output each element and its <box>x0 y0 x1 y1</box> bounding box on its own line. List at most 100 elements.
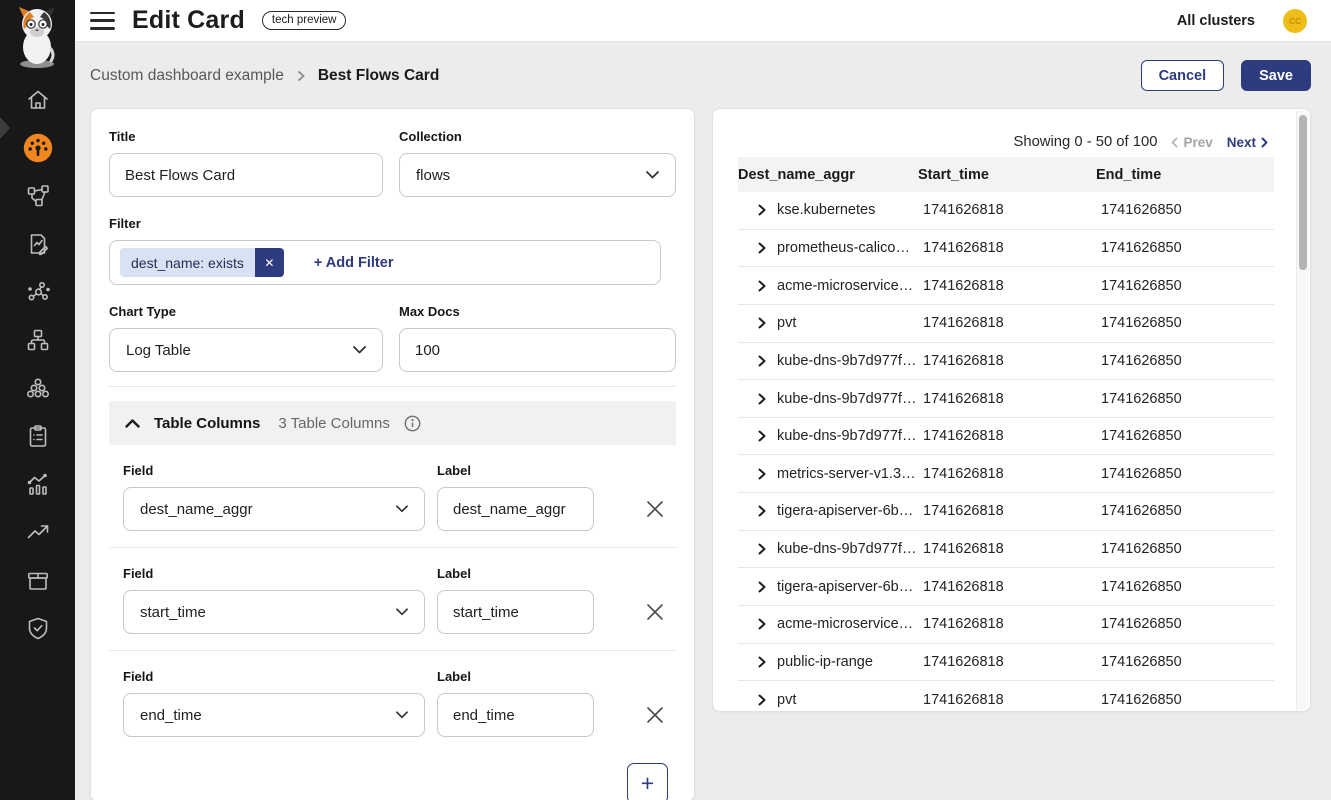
end-time-cell: 1741626850 <box>1096 315 1274 331</box>
chart-type-label: Chart Type <box>109 304 383 319</box>
table-row[interactable]: prometheus-calico… 1741626818 1741626850 <box>738 230 1274 268</box>
title-label: Title <box>109 129 383 144</box>
breadcrumb: Custom dashboard example Best Flows Card <box>90 67 439 85</box>
table-row[interactable]: tigera-apiserver-6b… 1741626818 17416268… <box>738 493 1274 531</box>
expand-row-icon[interactable] <box>758 204 766 216</box>
start-time-cell: 1741626818 <box>918 240 1096 256</box>
sidebar-item-activity[interactable] <box>25 471 51 497</box>
table-row[interactable]: kube-dns-9b7d977f… 1741626818 1741626850 <box>738 343 1274 381</box>
save-button[interactable]: Save <box>1241 60 1311 91</box>
label-input[interactable] <box>437 590 594 634</box>
sidebar-item-security[interactable] <box>25 615 51 641</box>
expand-row-icon[interactable] <box>758 581 766 593</box>
table-columns-section-header[interactable]: Table Columns 3 Table Columns <box>109 401 676 445</box>
add-column-button[interactable]: + <box>627 763 668 800</box>
table-row[interactable]: kube-dns-9b7d977f… 1741626818 1741626850 <box>738 531 1274 569</box>
remove-column-button[interactable] <box>643 590 667 634</box>
sidebar-item-connections[interactable] <box>25 279 51 305</box>
end-time-cell: 1741626850 <box>1096 202 1274 218</box>
field-select[interactable]: dest_name_aggr <box>123 487 425 531</box>
sidebar-item-logs[interactable] <box>25 231 51 257</box>
breadcrumb-parent[interactable]: Custom dashboard example <box>90 67 284 85</box>
section-count: 3 Table Columns <box>278 415 389 432</box>
field-select[interactable]: start_time <box>123 590 425 634</box>
table-row[interactable]: kube-dns-9b7d977f… 1741626818 1741626850 <box>738 418 1274 456</box>
table-row[interactable]: tigera-apiserver-6b… 1741626818 17416268… <box>738 568 1274 606</box>
expand-row-icon[interactable] <box>758 317 766 329</box>
table-row[interactable]: acme-microservice… 1741626818 1741626850 <box>738 267 1274 305</box>
chevron-down-icon <box>646 171 659 179</box>
dest-name-cell: metrics-server-v1.3… <box>738 466 918 482</box>
expand-row-icon[interactable] <box>758 280 766 292</box>
sidebar-item-trends[interactable] <box>25 519 51 545</box>
table-body: kse.kubernetes 1741626818 1741626850 pro… <box>738 192 1274 713</box>
sidebar <box>0 0 75 800</box>
dest-name-cell: pvt <box>738 692 918 708</box>
chevron-up-icon[interactable] <box>125 419 140 428</box>
start-time-cell: 1741626818 <box>918 579 1096 595</box>
expand-row-icon[interactable] <box>758 355 766 367</box>
field-label: Field <box>123 463 425 478</box>
scrollbar-thumb[interactable] <box>1299 115 1307 270</box>
filter-chip-remove-button[interactable]: ✕ <box>255 248 284 277</box>
sidebar-item-dashboards[interactable] <box>23 133 53 163</box>
end-time-cell: 1741626850 <box>1096 579 1274 595</box>
start-time-cell: 1741626818 <box>918 202 1096 218</box>
chart-type-select[interactable]: Log Table <box>109 328 383 372</box>
max-docs-label: Max Docs <box>399 304 676 319</box>
scrollbar-track[interactable] <box>1296 110 1309 710</box>
sidebar-item-topology[interactable] <box>25 327 51 353</box>
sidebar-item-home[interactable] <box>25 87 51 113</box>
pagination: Showing 0 - 50 of 100 Prev Next <box>1013 134 1268 150</box>
field-select[interactable]: end_time <box>123 693 425 737</box>
expand-row-icon[interactable] <box>758 694 766 706</box>
expand-row-icon[interactable] <box>758 430 766 442</box>
remove-column-button[interactable] <box>643 693 667 737</box>
prev-page-button[interactable]: Prev <box>1171 135 1212 150</box>
expand-row-icon[interactable] <box>758 393 766 405</box>
remove-column-button[interactable] <box>643 487 667 531</box>
label-label: Label <box>437 566 594 581</box>
table-row[interactable]: metrics-server-v1.3… 1741626818 17416268… <box>738 455 1274 493</box>
title-input[interactable] <box>109 153 383 197</box>
end-time-cell: 1741626850 <box>1096 503 1274 519</box>
expand-row-icon[interactable] <box>758 618 766 630</box>
section-title: Table Columns <box>154 415 260 432</box>
table-row[interactable]: kube-dns-9b7d977f… 1741626818 1741626850 <box>738 380 1274 418</box>
sidebar-item-clusters[interactable] <box>25 375 51 401</box>
start-time-cell: 1741626818 <box>918 278 1096 294</box>
calico-cat-logo-image <box>11 5 63 69</box>
next-page-button[interactable]: Next <box>1227 135 1268 150</box>
table-row[interactable]: public-ip-range 1741626818 1741626850 <box>738 644 1274 682</box>
table-row[interactable]: pvt 1741626818 1741626850 <box>738 681 1274 713</box>
cluster-selector[interactable]: All clusters <box>1177 13 1255 29</box>
sidebar-item-compliance[interactable] <box>25 423 51 449</box>
start-time-cell: 1741626818 <box>918 391 1096 407</box>
close-icon <box>646 500 664 518</box>
expand-row-icon[interactable] <box>758 242 766 254</box>
chevron-right-icon <box>297 70 305 82</box>
edit-card-form: Title Collection flows Filter dest_name:… <box>90 108 695 800</box>
calico-cat-logo[interactable] <box>11 5 63 69</box>
table-row[interactable]: acme-microservice… 1741626818 1741626850 <box>738 606 1274 644</box>
avatar[interactable]: CC <box>1283 9 1307 33</box>
sidebar-item-service-graph[interactable] <box>25 183 51 209</box>
menu-button[interactable] <box>90 12 115 30</box>
expand-row-icon[interactable] <box>758 468 766 480</box>
expand-row-icon[interactable] <box>758 656 766 668</box>
breadcrumb-row: Custom dashboard example Best Flows Card… <box>90 60 1311 91</box>
collection-select[interactable]: flows <box>399 153 676 197</box>
filter-box[interactable]: dest_name: exists ✕ + Add Filter <box>109 240 661 285</box>
expand-row-icon[interactable] <box>758 505 766 517</box>
sidebar-item-integrations[interactable] <box>25 567 51 593</box>
max-docs-input[interactable] <box>399 328 676 372</box>
cluster-circles-icon <box>26 376 50 400</box>
expand-row-icon[interactable] <box>758 543 766 555</box>
label-input[interactable] <box>437 693 594 737</box>
table-row[interactable]: kse.kubernetes 1741626818 1741626850 <box>738 192 1274 230</box>
cancel-button[interactable]: Cancel <box>1141 60 1225 91</box>
table-row[interactable]: pvt 1741626818 1741626850 <box>738 305 1274 343</box>
label-input[interactable] <box>437 487 594 531</box>
add-filter-button[interactable]: + Add Filter <box>314 255 394 271</box>
info-icon[interactable] <box>404 415 421 432</box>
